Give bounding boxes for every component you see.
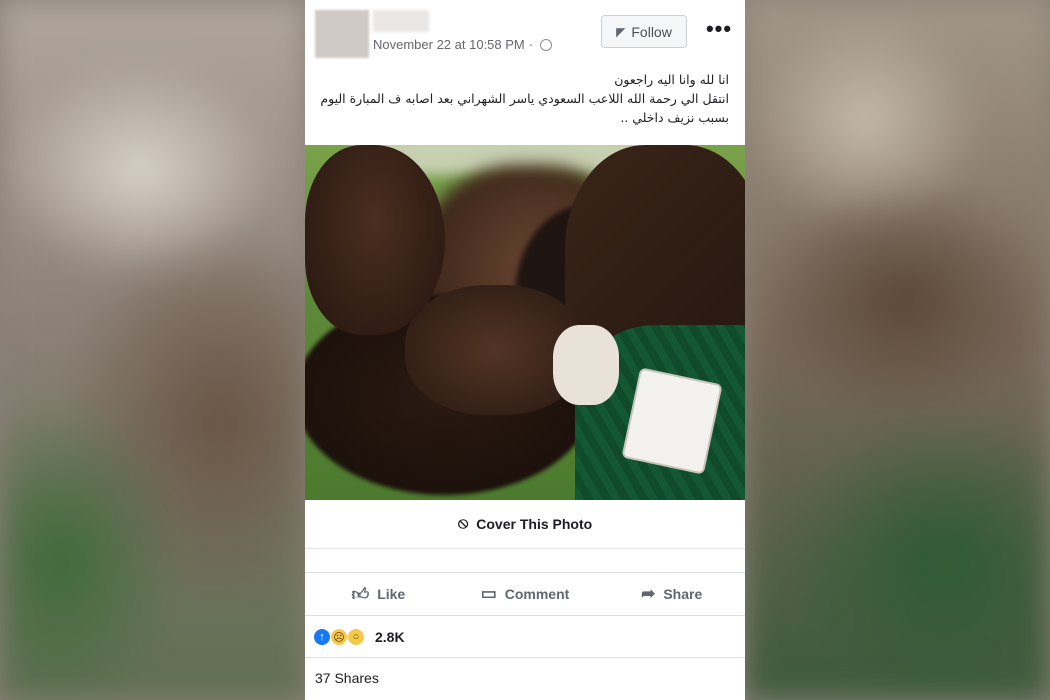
follow-button[interactable]: ◤ Follow xyxy=(601,15,687,48)
reaction-count: 2.8K xyxy=(375,629,405,645)
shares-count[interactable]: 37 Shares xyxy=(315,670,379,686)
comment-icon: ▭ xyxy=(480,584,497,603)
comment-button[interactable]: ▭ Comment xyxy=(452,584,599,604)
post-photo[interactable] xyxy=(305,145,745,500)
sad-reaction-icon: ☹ xyxy=(330,628,348,646)
like-reaction-icon: ↑ xyxy=(313,628,331,646)
blurred-background-right xyxy=(745,0,1050,700)
globe-icon xyxy=(540,38,553,51)
eye-slash-icon: ⦸ xyxy=(457,515,469,532)
like-button[interactable]: 👍︎ Like xyxy=(305,584,452,605)
post-text: انا لله وانا اليه راجعون انتقل الي رحمة … xyxy=(319,70,729,127)
post-text-line: انتقل الي رحمة الله اللاعب السعودي ياسر … xyxy=(320,91,729,106)
post-meta: November 22 at 10:58 PM · xyxy=(373,37,553,52)
action-bar: 👍︎ Like ▭ Comment ➦ Share xyxy=(305,572,745,616)
post-text-line: بسبب نزيف داخلي .. xyxy=(620,110,729,125)
reactions-summary[interactable]: ↑ ☹ ○ 2.8K xyxy=(313,624,405,650)
photo-wrist-tape xyxy=(553,325,619,405)
post-text-line: انا لله وانا اليه راجعون xyxy=(614,72,729,87)
rss-icon: ◤ xyxy=(616,24,626,39)
post-header: November 22 at 10:58 PM · ◤ Follow ••• xyxy=(305,0,745,70)
share-button[interactable]: ➦ Share xyxy=(598,584,745,604)
cover-photo-button[interactable]: ⦸ Cover This Photo xyxy=(305,500,745,549)
like-label: Like xyxy=(377,586,406,602)
thumbs-up-icon: 👍︎ xyxy=(351,584,370,604)
more-options-button[interactable]: ••• xyxy=(706,17,731,41)
meta-separator: · xyxy=(528,37,534,52)
divider xyxy=(305,657,745,658)
follow-label: Follow xyxy=(631,23,672,40)
blurred-background-left xyxy=(0,0,305,700)
post-timestamp[interactable]: November 22 at 10:58 PM xyxy=(373,37,525,52)
wow-reaction-icon: ○ xyxy=(347,628,365,646)
comment-label: Comment xyxy=(504,586,570,602)
cover-photo-label: Cover This Photo xyxy=(476,516,593,532)
author-avatar-blurred[interactable] xyxy=(315,10,369,58)
photo-hand-upper xyxy=(305,145,445,335)
author-name-blurred[interactable] xyxy=(373,10,429,32)
share-icon: ➦ xyxy=(641,584,656,603)
share-label: Share xyxy=(663,586,703,602)
facebook-post-card: November 22 at 10:58 PM · ◤ Follow ••• ا… xyxy=(305,0,745,700)
